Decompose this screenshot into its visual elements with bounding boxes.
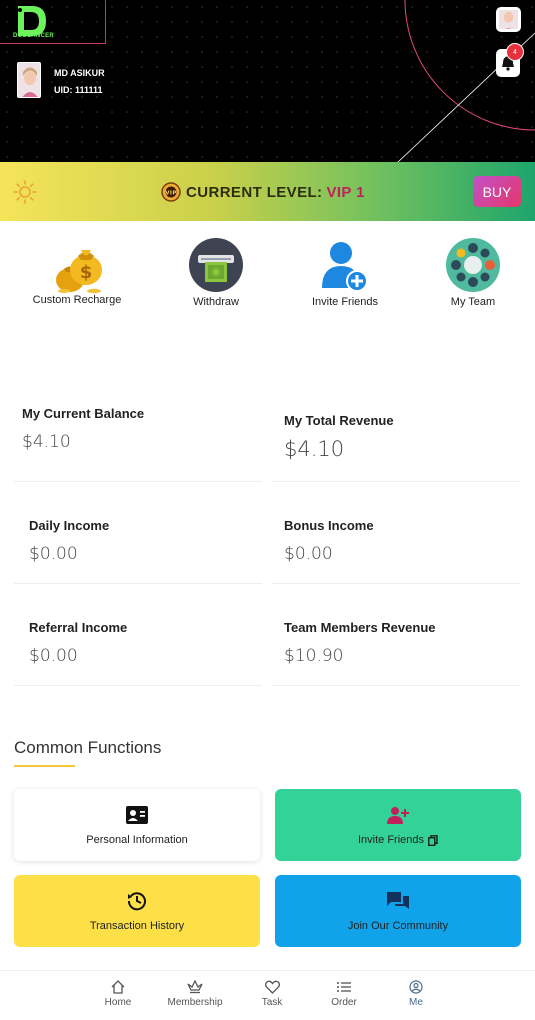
home-icon	[83, 979, 153, 995]
stat-value: $4.10	[284, 437, 345, 461]
stat-current-balance: My Current Balance $4.10	[14, 406, 262, 482]
transaction-history-card[interactable]: Transaction History	[14, 875, 260, 947]
stat-value: $10.90	[284, 646, 344, 666]
cash-machine-icon	[189, 238, 243, 292]
stat-value: $0.00	[29, 544, 78, 564]
level-bar: VIP CURRENT LEVEL: VIP 1 BUY	[0, 162, 535, 221]
user-uid: UID: 111111	[54, 85, 103, 95]
nav-membership[interactable]: Membership	[160, 979, 230, 1008]
money-bags-icon: $	[50, 236, 104, 294]
stat-bonus-income: Bonus Income $0.00	[272, 518, 520, 584]
quick-action-withdraw[interactable]: Withdraw	[161, 238, 271, 308]
add-user-icon	[387, 804, 409, 826]
current-level: VIP CURRENT LEVEL: VIP 1	[160, 182, 365, 202]
quick-action-custom-recharge[interactable]: $ Custom Recharge	[22, 236, 132, 306]
stat-referral-income: Referral Income $0.00	[14, 620, 262, 686]
user-photo-icon	[499, 10, 518, 29]
copy-icon[interactable]	[428, 834, 438, 846]
quick-action-label: Custom Recharge	[32, 294, 122, 306]
level-label-text: CURRENT LEVEL:	[186, 183, 323, 201]
quick-action-invite-friends[interactable]: Invite Friends	[290, 238, 400, 308]
nav-label: Membership	[167, 997, 223, 1008]
stat-label: My Current Balance	[22, 406, 145, 421]
user-name: MD ASIKUR	[54, 68, 105, 78]
stat-value: $0.00	[284, 544, 333, 564]
nav-order[interactable]: Order	[309, 979, 379, 1008]
heart-icon	[237, 979, 307, 995]
vip-badge-icon: VIP	[161, 182, 181, 202]
card-label: Transaction History	[89, 920, 185, 932]
join-community-card[interactable]: Join Our Community	[275, 875, 521, 947]
add-user-icon	[318, 238, 372, 292]
app-header: DUOLANCER MD ASIKUR UID: 111111 4	[0, 0, 535, 162]
sun-icon[interactable]	[13, 180, 37, 204]
stat-label: Bonus Income	[284, 518, 374, 533]
nav-home[interactable]: Home	[83, 979, 153, 1008]
card-label: Invite Friends	[357, 834, 425, 846]
invite-friends-card[interactable]: Invite Friends	[275, 789, 521, 861]
stat-daily-income: Daily Income $0.00	[14, 518, 262, 584]
logo-frame[interactable]: DUOLANCER	[0, 0, 106, 44]
nav-label: Home	[104, 997, 132, 1008]
logo-text: DUOLANCER	[13, 33, 55, 39]
stat-value: $4.10	[22, 432, 71, 452]
bottom-nav: Home Membership Task Order Me	[0, 970, 535, 1020]
list-icon	[309, 979, 379, 995]
svg-text:$: $	[80, 262, 93, 283]
level-value: VIP 1	[326, 183, 365, 201]
title-underline	[14, 765, 75, 767]
stat-label: My Total Revenue	[284, 413, 394, 428]
nav-label: Me	[409, 997, 423, 1008]
quick-action-label: Withdraw	[193, 296, 239, 308]
team-table-icon	[446, 238, 500, 292]
common-functions-title: Common Functions	[14, 738, 162, 757]
card-label-row: Invite Friends	[358, 834, 438, 846]
buy-button[interactable]: BUY	[473, 176, 521, 207]
stat-total-revenue: My Total Revenue $4.10	[272, 413, 520, 482]
nav-label: Task	[261, 997, 283, 1008]
user-avatar[interactable]	[17, 62, 41, 98]
notification-badge: 4	[506, 43, 524, 61]
id-card-icon	[126, 804, 148, 826]
stat-team-members-revenue: Team Members Revenue $10.90	[272, 620, 520, 686]
crown-icon	[160, 979, 230, 995]
personal-information-card[interactable]: Personal Information	[14, 789, 260, 861]
stat-label: Referral Income	[29, 620, 128, 635]
chat-icon	[387, 890, 409, 912]
card-label: Join Our Community	[347, 920, 449, 932]
nav-task[interactable]: Task	[237, 979, 307, 1008]
stat-label: Daily Income	[29, 518, 110, 533]
user-photo-icon	[18, 63, 40, 97]
user-circle-icon	[381, 979, 451, 995]
quick-action-label: My Team	[450, 296, 496, 308]
profile-thumb-button[interactable]	[496, 7, 521, 32]
nav-label: Order	[331, 997, 357, 1008]
svg-text:VIP: VIP	[165, 191, 177, 197]
quick-action-my-team[interactable]: My Team	[418, 238, 528, 308]
quick-action-label: Invite Friends	[311, 296, 379, 308]
card-label: Personal Information	[86, 834, 188, 846]
nav-me[interactable]: Me	[381, 979, 451, 1008]
stat-label: Team Members Revenue	[284, 620, 436, 635]
stat-value: $0.00	[29, 646, 78, 666]
history-icon	[127, 890, 147, 912]
